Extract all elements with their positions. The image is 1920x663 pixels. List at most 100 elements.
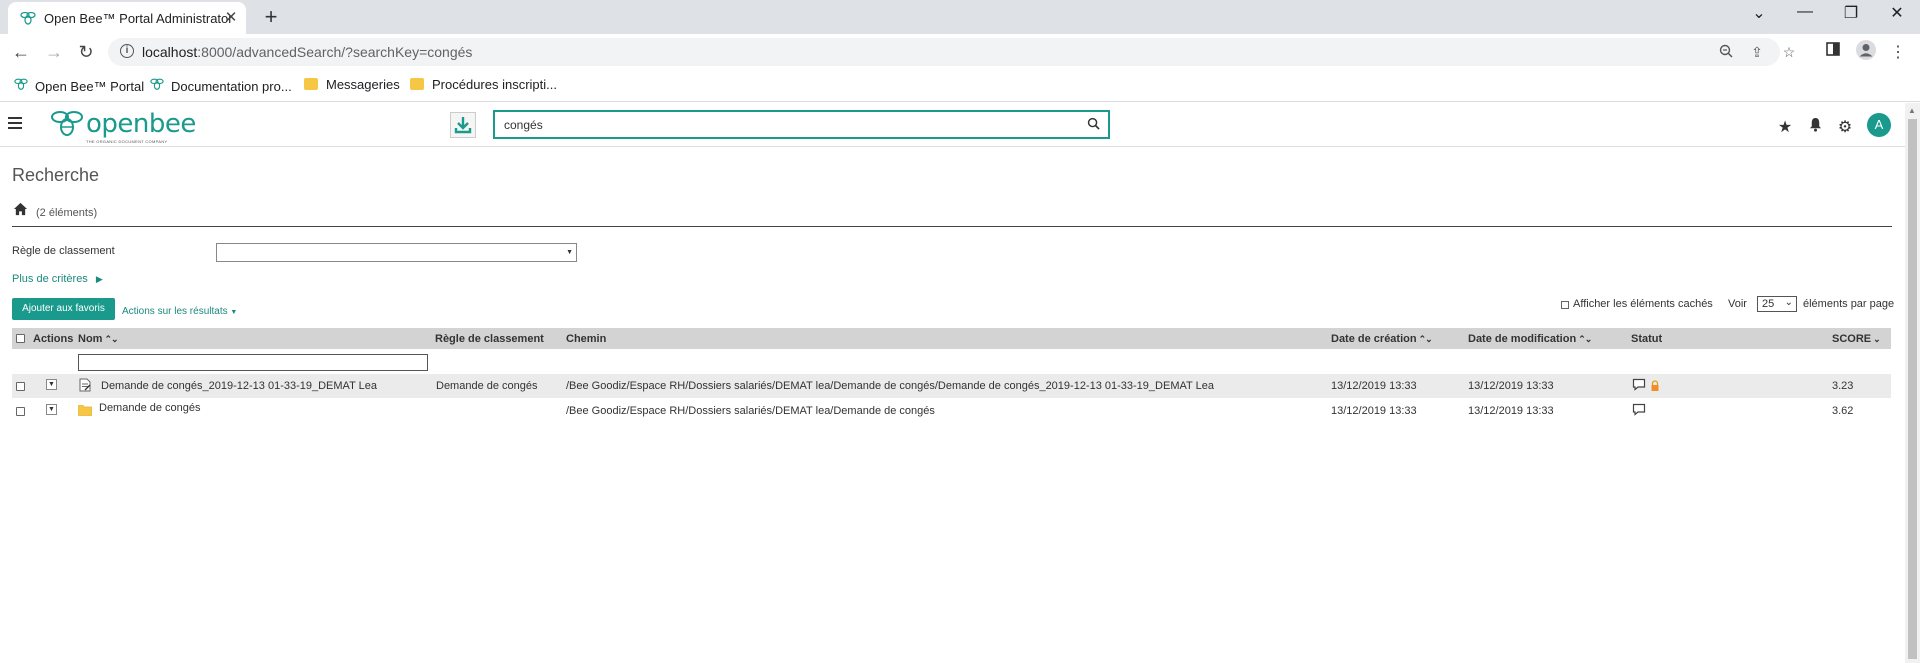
url-text[interactable]: localhost:8000/advancedSearch/?searchKey… bbox=[142, 44, 472, 60]
sort-icon[interactable]: ⌃⌄ bbox=[104, 334, 118, 344]
chevron-down-icon: ▼ bbox=[230, 309, 238, 316]
column-status: Statut bbox=[1631, 333, 1663, 345]
sort-icon[interactable]: ⌄ bbox=[1873, 334, 1880, 344]
column-name[interactable]: Nom ⌃⌄ bbox=[78, 333, 119, 345]
sort-icon[interactable]: ⌃⌄ bbox=[1578, 334, 1592, 344]
row-name[interactable]: Demande de congés_2019-12-13 01-33-19_DE… bbox=[101, 380, 377, 392]
per-page-label: éléments par page bbox=[1803, 298, 1895, 310]
logo-tagline: THE ORGANIC DOCUMENT COMPANY bbox=[86, 139, 168, 144]
divider bbox=[12, 226, 1892, 227]
add-favorites-button[interactable]: Ajouter aux favoris bbox=[12, 298, 115, 320]
bee-icon bbox=[13, 77, 29, 94]
row-created: 13/12/2019 13:33 bbox=[1331, 405, 1417, 417]
app-header: openbee THE ORGANIC DOCUMENT COMPANY con… bbox=[0, 103, 1905, 147]
back-icon[interactable]: ← bbox=[10, 42, 32, 63]
row-path: /Bee Goodiz/Espace RH/Dossiers salariés/… bbox=[566, 405, 935, 417]
browser-tab-strip: Open Bee™ Portal Administrator ✕ + ⌄ — ❐… bbox=[0, 0, 1920, 34]
minimize-icon[interactable]: — bbox=[1793, 3, 1817, 21]
search-value: congés bbox=[504, 118, 543, 132]
bookmark-open-bee-portal[interactable]: Open Bee™ Portal bbox=[13, 77, 144, 94]
logo-text: openbee bbox=[86, 109, 196, 139]
scroll-up-icon[interactable]: ▲ bbox=[1908, 106, 1916, 115]
folder-icon bbox=[78, 404, 92, 419]
page-scrollbar[interactable]: ▲ bbox=[1905, 103, 1920, 663]
table-row[interactable]: ▼ Demande de congés /Bee Goodiz/Espace R… bbox=[12, 399, 1891, 423]
avatar[interactable]: A bbox=[1867, 113, 1891, 137]
side-panel-icon[interactable] bbox=[1823, 42, 1843, 61]
tab-close-icon[interactable]: ✕ bbox=[222, 8, 240, 26]
row-score: 3.62 bbox=[1832, 405, 1854, 417]
reload-icon[interactable]: ↻ bbox=[75, 42, 97, 63]
tab-search-icon[interactable]: ⌄ bbox=[1747, 3, 1771, 23]
search-icon[interactable] bbox=[1087, 117, 1100, 135]
share-icon[interactable]: ⇪ bbox=[1748, 44, 1766, 61]
column-modified[interactable]: Date de modification ⌃⌄ bbox=[1468, 333, 1592, 345]
bee-icon bbox=[20, 10, 36, 31]
name-filter-input[interactable] bbox=[78, 354, 428, 371]
show-hidden-checkbox[interactable] bbox=[1561, 301, 1569, 309]
folder-icon bbox=[304, 78, 318, 90]
row-name[interactable]: Demande de congés bbox=[99, 402, 201, 414]
row-actions-dropdown[interactable]: ▼ bbox=[46, 404, 57, 415]
column-path: Chemin bbox=[566, 333, 607, 345]
sort-icon[interactable]: ⌃⌄ bbox=[1419, 334, 1433, 344]
search-input[interactable]: congés bbox=[493, 110, 1110, 139]
column-score[interactable]: SCORE ⌄ bbox=[1832, 333, 1881, 345]
show-hidden-label: Afficher les éléments cachés bbox=[1573, 298, 1713, 310]
profile-icon[interactable] bbox=[1855, 39, 1876, 66]
row-checkbox[interactable] bbox=[16, 382, 25, 391]
row-checkbox[interactable] bbox=[16, 407, 25, 416]
lock-status-icon bbox=[1650, 380, 1660, 395]
rule-select[interactable]: ▼ bbox=[216, 243, 577, 262]
browser-tab[interactable]: Open Bee™ Portal Administrator ✕ bbox=[8, 2, 246, 34]
row-rule: Demande de congés bbox=[436, 380, 538, 392]
folder-icon bbox=[410, 78, 424, 90]
page-title: Recherche bbox=[12, 165, 100, 185]
select-all-checkbox[interactable] bbox=[16, 334, 25, 343]
home-icon[interactable] bbox=[13, 202, 28, 221]
notifications-bell-icon[interactable] bbox=[1806, 117, 1824, 137]
restore-icon[interactable]: ❐ bbox=[1839, 3, 1863, 23]
result-count: (2 éléments) bbox=[36, 207, 98, 219]
bookmark-star-icon[interactable]: ☆ bbox=[1780, 44, 1798, 61]
window-close-icon[interactable]: ✕ bbox=[1885, 3, 1909, 23]
openbee-logo[interactable]: openbee THE ORGANIC DOCUMENT COMPANY bbox=[50, 107, 196, 144]
column-created[interactable]: Date de création ⌃⌄ bbox=[1331, 333, 1433, 345]
filter-row bbox=[12, 349, 1891, 373]
bookmark-procedures[interactable]: Procédures inscripti... bbox=[410, 77, 557, 92]
tab-title: Open Bee™ Portal Administrator bbox=[44, 11, 233, 26]
column-rule: Règle de classement bbox=[435, 333, 544, 345]
document-icon bbox=[79, 378, 92, 395]
chevron-down-icon: ⌄ bbox=[1784, 297, 1793, 308]
bookmark-messageries[interactable]: Messageries bbox=[304, 77, 400, 92]
scrollbar-thumb[interactable] bbox=[1908, 119, 1917, 659]
new-tab-button[interactable]: + bbox=[260, 4, 282, 30]
results-table-header: Actions Nom ⌃⌄ Règle de classement Chemin… bbox=[12, 328, 1891, 349]
forward-icon[interactable]: → bbox=[43, 42, 65, 63]
voir-label: Voir bbox=[1728, 298, 1747, 310]
row-actions-dropdown[interactable]: ▼ bbox=[46, 379, 57, 390]
hamburger-menu-icon[interactable] bbox=[8, 117, 22, 129]
row-modified: 13/12/2019 13:33 bbox=[1468, 380, 1554, 392]
comment-icon[interactable] bbox=[1632, 403, 1646, 419]
browser-toolbar: ← → ↻ i localhost:8000/advancedSearch/?s… bbox=[0, 34, 1920, 70]
actions-on-results-dropdown[interactable]: Actions sur les résultats ▼ bbox=[122, 306, 237, 317]
rule-label: Règle de classement bbox=[12, 245, 115, 257]
bookmark-documentation[interactable]: Documentation pro... bbox=[149, 77, 292, 94]
site-info-icon[interactable]: i bbox=[120, 44, 134, 58]
caret-right-icon: ▶ bbox=[95, 274, 103, 284]
column-actions: Actions bbox=[33, 333, 74, 345]
table-row[interactable]: ▼ Demande de congés_2019-12-13 01-33-19_… bbox=[12, 374, 1891, 398]
comment-icon[interactable] bbox=[1632, 378, 1646, 394]
bookmarks-bar: Open Bee™ Portal Documentation pro... Me… bbox=[0, 70, 1920, 102]
address-bar[interactable]: i localhost:8000/advancedSearch/?searchK… bbox=[108, 38, 1795, 66]
settings-gear-icon[interactable]: ⚙ bbox=[1836, 117, 1854, 137]
favorites-star-icon[interactable]: ★ bbox=[1776, 117, 1794, 137]
chevron-down-icon: ▼ bbox=[566, 249, 573, 256]
download-button[interactable] bbox=[450, 112, 476, 138]
row-modified: 13/12/2019 13:33 bbox=[1468, 405, 1554, 417]
menu-kebab-icon[interactable]: ⋮ bbox=[1888, 42, 1908, 62]
page-size-select[interactable]: 25 ⌄ bbox=[1757, 296, 1797, 312]
more-criteria-link[interactable]: Plus de critères ▶ bbox=[12, 273, 103, 285]
zoom-icon[interactable] bbox=[1717, 44, 1735, 61]
